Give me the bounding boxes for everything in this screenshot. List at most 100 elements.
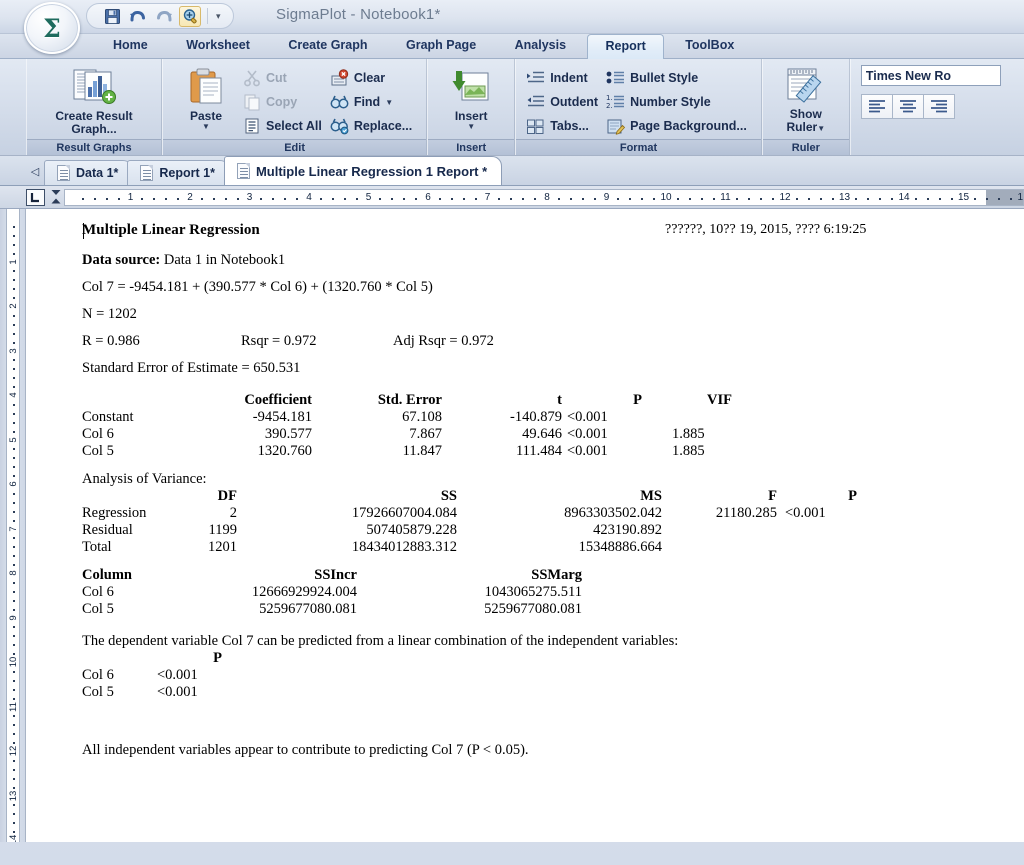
undo-icon[interactable] (127, 6, 149, 27)
tab-graph-page[interactable]: Graph Page (389, 34, 493, 58)
ruler-tick (569, 197, 572, 200)
report-tab-icon (236, 163, 250, 179)
tab-worksheet[interactable]: Worksheet (169, 34, 267, 58)
find-caret-icon[interactable]: ▼ (385, 98, 393, 106)
group-label-ruler: Ruler (762, 139, 849, 155)
ruler-number: 12 (8, 745, 19, 757)
align-right-button[interactable] (922, 94, 955, 119)
redo-icon[interactable] (153, 6, 175, 27)
indent-button[interactable]: Indent (524, 67, 604, 89)
show-ruler-caret-icon[interactable]: ▼ (817, 124, 825, 133)
ruler-tick (13, 421, 15, 424)
ruler-tick (13, 332, 15, 335)
qat-dropdown-icon[interactable]: ▾ (214, 11, 223, 22)
tab-stop-left-icon (30, 192, 39, 202)
col-header-f: F (768, 488, 777, 504)
show-ruler-button[interactable]: Show Ruler▼ (771, 64, 841, 134)
paste-button[interactable]: Paste ▼ (171, 64, 241, 131)
data-source-value: Data 1 in Notebook1 (163, 252, 286, 268)
tabs-button[interactable]: Tabs... (524, 115, 604, 137)
ruler-tick (93, 197, 96, 200)
ruler-tick (319, 197, 322, 200)
ruler-tick (581, 197, 584, 200)
number-style-button[interactable]: 1. 2. Number Style (604, 91, 753, 113)
indent-marker-icon[interactable] (48, 189, 64, 205)
conclusion-intro: The dependent variable Col 7 can be pred… (82, 633, 679, 649)
ruler-tick (629, 197, 632, 200)
paste-caret-icon[interactable]: ▼ (202, 123, 210, 131)
ribbon-group-insert: Insert ▼ Insert (427, 59, 516, 155)
ruler-tick (557, 197, 560, 200)
select-all-button[interactable]: Select All (241, 115, 328, 137)
ruler-tick (141, 197, 144, 200)
doc-tab-multiple-linear-regression-report[interactable]: Multiple Linear Regression 1 Report * (223, 156, 503, 185)
page-background-button[interactable]: Page Background... (604, 115, 753, 137)
align-center-button[interactable] (891, 94, 924, 119)
page-background-label: Page Background... (630, 119, 747, 133)
tab-home[interactable]: Home (96, 34, 165, 58)
tab-analysis[interactable]: Analysis (498, 34, 583, 58)
cell-col6-coefficient: 390.577 (264, 426, 312, 442)
row-label-ss-col5: Col 5 (82, 601, 114, 617)
create-result-graph-button[interactable]: Create Result Graph... (35, 64, 153, 136)
ruler-tick (1010, 197, 1013, 200)
ruler-number: 14 (8, 834, 19, 842)
ruler-tick (510, 197, 513, 200)
tab-stop-selector-button[interactable] (26, 188, 45, 206)
tab-toolbox[interactable]: ToolBox (668, 34, 751, 58)
replace-button[interactable]: Replace... (328, 115, 418, 137)
application-menu-orb[interactable]: Σ (24, 2, 80, 54)
zoom-icon[interactable] (179, 5, 201, 27)
cut-button[interactable]: Cut (241, 67, 328, 89)
ribbon-group-font: Times New Ro (849, 59, 1001, 155)
ruler-tick (462, 197, 465, 200)
ruler-number: 8 (8, 570, 19, 576)
table-row: Regression 2 17926607004.084 8963303502.… (82, 506, 1020, 523)
ruler-tick (13, 599, 15, 602)
ruler-tick (272, 197, 275, 200)
regression-equation: Col 7 = -9454.181 + (390.577 * Col 6) + … (82, 279, 433, 295)
ruler-tick (355, 197, 358, 200)
doc-tab-report-1[interactable]: Report 1* (127, 160, 230, 185)
cell-col5-t: 111.484 (515, 443, 562, 459)
col-header-p: P (633, 392, 642, 408)
tab-nav-prev-icon[interactable]: ◁ (26, 157, 44, 185)
ruler-tick (760, 197, 763, 200)
table-row: Col 5 5259677080.081 5259677080.081 (82, 602, 1020, 634)
anova-header-row: DF SS MS F P (82, 489, 1020, 506)
font-family-input[interactable]: Times New Ro (860, 65, 1001, 86)
col-header-vif: VIF (707, 392, 732, 408)
cell-col5-ssincr: 5259677080.081 (259, 601, 357, 617)
ss-header-row: Column SSIncr SSMarg (82, 568, 1020, 585)
table-row: Residual 1199 507405879.228 423190.892 (82, 523, 1020, 540)
ruler-number: 1 (8, 258, 19, 265)
clear-button[interactable]: Clear (328, 67, 418, 89)
group-label-result-graphs: Result Graphs (27, 139, 161, 155)
tab-report[interactable]: Report (587, 34, 664, 59)
ruler-tick (522, 197, 525, 200)
quick-access-toolbar: ▾ (86, 3, 234, 29)
find-button[interactable]: Find ▼ (328, 91, 418, 113)
svg-text:2.: 2. (606, 102, 613, 110)
ruler-tick (13, 448, 15, 451)
align-left-button[interactable] (860, 94, 893, 119)
bullet-style-button[interactable]: Bullet Style (604, 67, 753, 89)
copy-icon (243, 93, 261, 111)
ruler-tick (105, 197, 108, 200)
outdent-button[interactable]: Outdent (524, 91, 604, 113)
table-row: Col 6 <0.001 (82, 668, 1020, 685)
tab-create-graph[interactable]: Create Graph (271, 34, 384, 58)
ruler-number: 15 (957, 191, 970, 203)
align-center-icon (899, 100, 916, 113)
ruler-tick (165, 197, 168, 200)
cell-col5-std-error: 11.847 (402, 443, 442, 459)
insert-button[interactable]: Insert ▼ (436, 64, 506, 131)
report-page[interactable]: Multiple Linear Regression ??????, 10?? … (26, 209, 1024, 842)
copy-button[interactable]: Copy (241, 91, 328, 113)
save-icon[interactable] (101, 6, 123, 27)
horizontal-ruler-scale[interactable]: 12345678910111213141516 (64, 188, 1024, 206)
ruler-tick (415, 197, 418, 200)
vertical-ruler[interactable]: 1 2 3 4 5 6 7 8 9 10 11 12 13 14 (0, 209, 26, 842)
doc-tab-data-1[interactable]: Data 1* (44, 160, 134, 185)
insert-caret-icon[interactable]: ▼ (467, 123, 475, 131)
